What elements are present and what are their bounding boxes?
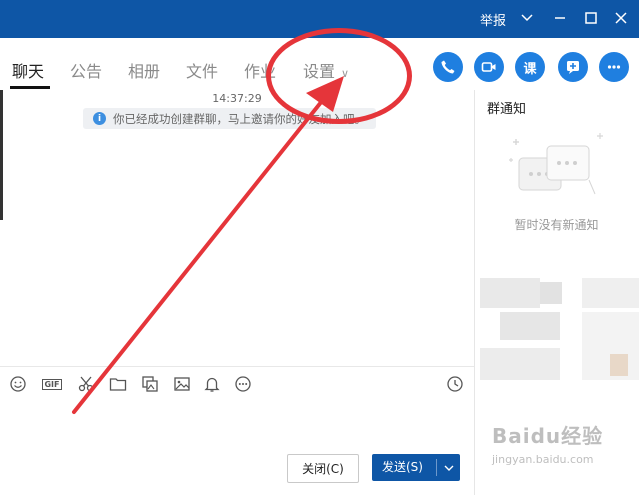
maximize-icon[interactable] [581, 8, 601, 28]
add-app-icon[interactable] [558, 52, 588, 82]
baidu-watermark: Baidu经验 jingyan.baidu.com [492, 420, 632, 482]
video-icon[interactable] [474, 52, 504, 82]
chevron-down-icon[interactable] [517, 8, 537, 28]
class-icon[interactable]: 课 [515, 52, 545, 82]
chevron-down-icon[interactable] [440, 454, 458, 481]
window-edge [0, 90, 3, 220]
tab-chat[interactable]: 聊天 [12, 58, 44, 82]
close-button[interactable]: 关闭(C) [287, 454, 359, 483]
folder-icon[interactable] [108, 374, 128, 394]
emoji-icon[interactable] [8, 374, 28, 394]
group-notice-title: 群通知 [487, 102, 527, 117]
gif-label: GIF [42, 378, 62, 390]
phone-icon[interactable] [433, 52, 463, 82]
send-button[interactable]: 发送(S) [372, 454, 460, 481]
input-divider [0, 366, 474, 367]
tab-album[interactable]: 相册 [128, 58, 160, 82]
tab-announcement[interactable]: 公告 [70, 58, 102, 82]
more-circle-icon[interactable] [233, 374, 253, 394]
gif-icon[interactable]: GIF [40, 374, 64, 394]
scissors-icon[interactable] [76, 374, 96, 394]
watermark-text: Baidu经验 [492, 424, 604, 448]
watermark-url: jingyan.baidu.com [492, 453, 594, 466]
send-button-label: 发送(S) [382, 460, 423, 474]
image-gallery-icon[interactable] [140, 374, 160, 394]
blurred-member-area [474, 272, 639, 382]
active-tab-indicator [10, 86, 50, 89]
close-icon[interactable] [611, 8, 631, 28]
picture-icon[interactable] [172, 374, 192, 394]
history-clock-icon[interactable] [445, 374, 465, 394]
annotation-circle [266, 28, 412, 124]
tab-files[interactable]: 文件 [186, 58, 218, 82]
more-icon[interactable] [599, 52, 629, 82]
send-button-divider [436, 459, 437, 476]
empty-notice-text: 暂时没有新通知 [514, 218, 599, 232]
empty-notice-illustration [509, 133, 603, 195]
minimize-icon[interactable] [550, 8, 570, 28]
bell-icon[interactable] [202, 374, 222, 394]
report-link[interactable]: 举报 [480, 10, 506, 29]
info-icon: i [93, 112, 106, 125]
